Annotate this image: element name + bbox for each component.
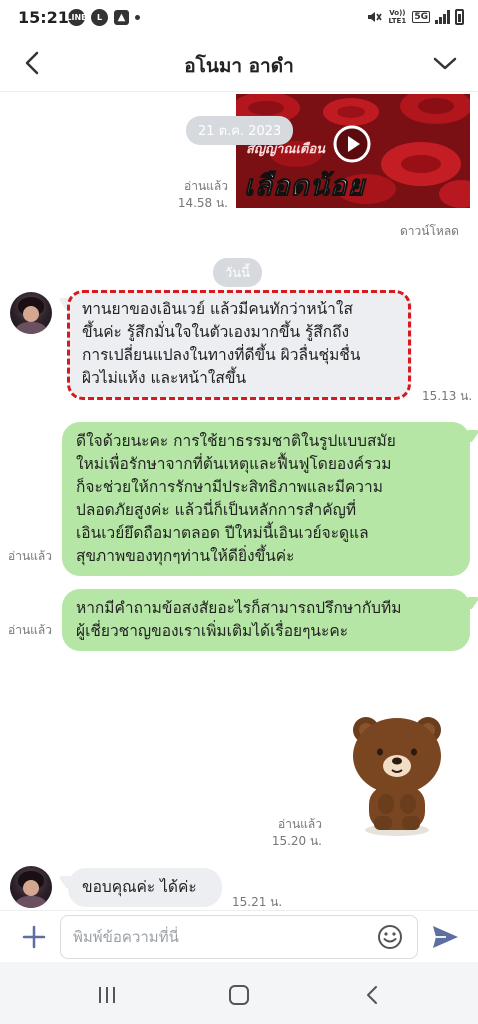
message-line: ดีใจด้วยนะคะ การใช้ยาธรรมชาติในรูปแบบสมั… <box>76 432 396 450</box>
chat-header: อโนมา อาดำ <box>0 36 478 92</box>
today-pill: วันนี้ <box>213 258 263 287</box>
message-line: ขอบคุณค่ะ ได้ค่ะ <box>82 878 197 896</box>
line-square-icon: L <box>91 9 108 26</box>
read-label: อ่านแล้ว <box>8 623 52 637</box>
message-line: ผู้เชี่ยวชาญของเราเพิ่มเติมได้เรื่อยๆนะค… <box>76 622 349 640</box>
avatar[interactable] <box>10 866 52 908</box>
video-message[interactable]: สัญญาณเตือน เลือดน้อย <box>236 94 470 208</box>
line-notification-icon: LINE <box>66 9 87 26</box>
download-link[interactable]: ดาวน์โหลด <box>400 222 459 241</box>
message-line: ปลอดภัยสูงค่ะ แล้วนี่ก็เป็นหลักการสำคัญท… <box>76 501 357 519</box>
message-line: สุขภาพของทุกๆท่านให้ดียิ่งขึ้นค่ะ <box>76 547 295 565</box>
message-line: ผิวไม่แห้ง และหน้าใสขึ้น <box>82 369 247 387</box>
read-label: อ่านแล้ว <box>184 179 228 193</box>
status-bar: 15:21 LINE L ▲ Vo)) LTE1 5G <box>0 0 478 36</box>
message-bubble-customer[interactable]: ทานยาของเอินเวย์ แล้วมีคนทักว่าหน้าใส ขึ… <box>68 290 412 398</box>
read-label: อ่านแล้ว <box>278 817 322 831</box>
message-time: 15.20 น. <box>271 834 322 848</box>
message-bubble-shop[interactable]: ดีใจด้วยนะคะ การใช้ยาธรรมชาติในรูปแบบสมั… <box>62 422 470 576</box>
home-icon[interactable] <box>226 984 252 1006</box>
message-line: การเปลี่ยนแปลงในทางที่ดีขึ้น ผิวลื่นชุ่ม… <box>82 346 361 364</box>
message-line: ขึ้นค่ะ รู้สึกมั่นใจในตัวเองมากขึ้น รู้ส… <box>82 323 350 341</box>
message-time: 14.58 น. <box>177 196 228 210</box>
sticker-read-receipt: อ่านแล้ว 15.20 น. <box>262 816 322 850</box>
message-line: ใหม่เพื่อรักษาจากที่ต้นเหตุและฟื้นฟูโดยอ… <box>76 455 392 473</box>
battery-icon <box>455 9 464 25</box>
volte-icon: Vo)) LTE1 <box>388 9 407 25</box>
date-pill: 21 ต.ค. 2023 <box>186 116 294 145</box>
message-time: 15.13 น. <box>422 389 473 403</box>
brown-bear-sticker[interactable] <box>344 712 450 842</box>
chat-messages[interactable]: สัญญาณเตือน เลือดน้อย 21 ต.ค. 2023 อ่านแ… <box>0 92 478 910</box>
nav-back-icon[interactable] <box>360 984 386 1006</box>
message-line: หากมีคำถามข้อสงสัยอะไรก็สามารถปรึกษากับท… <box>76 599 402 617</box>
plus-icon[interactable] <box>20 923 48 951</box>
avatar[interactable] <box>10 292 52 334</box>
message-bubble-customer[interactable]: ขอบคุณค่ะ ได้ค่ะ <box>68 868 222 907</box>
emoji-icon[interactable] <box>376 923 404 951</box>
message-time: 15.21 น. <box>232 895 283 909</box>
status-time: 15:21 <box>18 8 69 27</box>
gallery-icon: ▲ <box>114 10 129 25</box>
system-navigation-bar <box>0 962 478 1024</box>
play-icon[interactable] <box>332 124 372 164</box>
notification-icons: LINE L ▲ <box>66 9 140 26</box>
message-input-bar <box>0 910 478 962</box>
signal-icon <box>435 10 450 24</box>
mute-icon <box>368 12 383 22</box>
message-input[interactable] <box>60 915 418 959</box>
5g-icon: 5G <box>412 11 430 23</box>
more-notifications-icon <box>135 15 140 20</box>
message-line: ทานยาของเอินเวย์ แล้วมีคนทักว่าหน้าใส <box>82 300 353 318</box>
video-overlay-title: เลือดน้อย <box>243 169 366 203</box>
system-icons: Vo)) LTE1 5G <box>366 9 464 25</box>
chevron-down-icon[interactable] <box>430 48 460 78</box>
video-read-receipt: อ่านแล้ว 14.58 น. <box>170 178 228 212</box>
read-label: อ่านแล้ว <box>8 549 52 563</box>
send-icon[interactable] <box>430 923 460 951</box>
message-bubble-shop[interactable]: หากมีคำถามข้อสงสัยอะไรก็สามารถปรึกษากับท… <box>62 589 470 651</box>
message-line: เอินเวย์ยึดถือมาตลอด ปีใหม่นี้เอินเวย์จะ… <box>76 524 369 542</box>
chat-title: อโนมา อาดำ <box>184 55 294 77</box>
recent-apps-icon[interactable] <box>94 984 120 1006</box>
message-line: ก็จะช่วยให้การรักษามีประสิทธิภาพและมีควา… <box>76 478 383 496</box>
